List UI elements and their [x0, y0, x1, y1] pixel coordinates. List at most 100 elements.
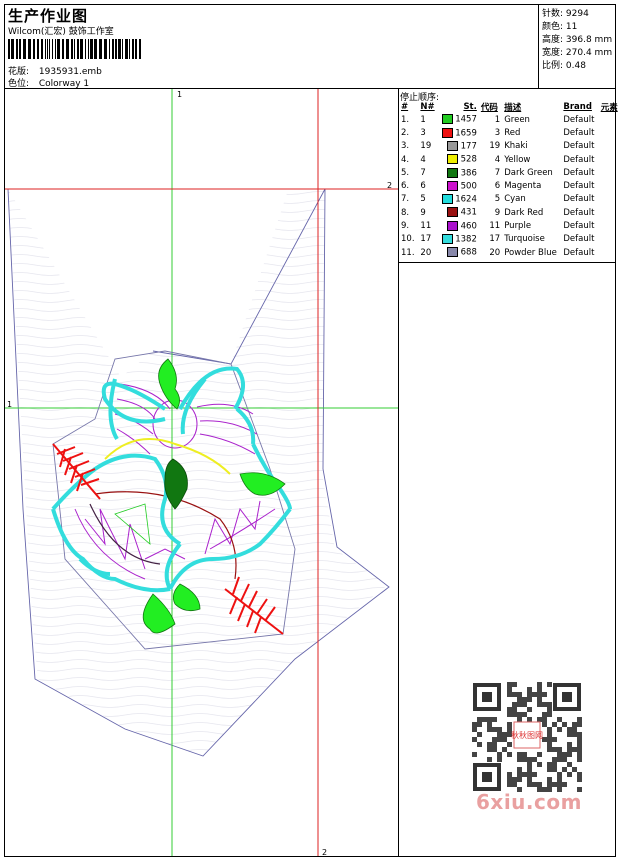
row-code: 20 — [489, 247, 501, 258]
row-brand: Default — [563, 221, 595, 232]
row-desc: Dark Green — [504, 167, 553, 178]
col-n: N# — [420, 102, 435, 112]
row-st: 386 — [440, 166, 479, 179]
row-desc: Purple — [504, 221, 532, 232]
color-swatch — [446, 180, 458, 191]
row-st: 1382 — [440, 233, 479, 246]
row-seq: 7. — [401, 194, 410, 205]
table-divider — [399, 262, 616, 263]
col-st: St. — [463, 102, 477, 112]
row-desc: Cyan — [504, 194, 526, 205]
row-code: 3 — [494, 127, 501, 138]
qr-badge-text: 秋秋图网 — [511, 730, 543, 740]
color-swatch — [446, 207, 458, 218]
row-seq: 1. — [401, 114, 410, 125]
page-title: 生产作业图 — [8, 7, 89, 25]
row-st: 1659 — [440, 126, 479, 139]
row-n: 1 — [420, 114, 426, 125]
stats-panel: 针数: 9294 颜色: 11 高度: 396.8 mm 宽度: 270.4 m… — [538, 4, 616, 89]
row-brand: Default — [563, 194, 595, 205]
table-row: 4. 4 528 4 Yellow Default — [399, 153, 620, 166]
row-element — [599, 219, 620, 232]
table-row: 8. 9 431 9 Dark Red Default — [399, 206, 620, 219]
row-st: 500 — [440, 179, 479, 192]
stat-height: 高度: 396.8 mm — [542, 35, 613, 45]
row-n: 6 — [420, 181, 426, 192]
row-element — [599, 179, 620, 192]
row-code: 5 — [494, 194, 501, 205]
table-row: 11. 20 688 20 Powder Blue Default — [399, 246, 620, 259]
row-brand: Default — [563, 247, 595, 258]
row-n: 3 — [420, 127, 426, 138]
row-seq: 3. — [401, 141, 410, 152]
row-n: 19 — [420, 141, 432, 152]
qr-code: 秋秋图网 — [472, 682, 582, 792]
row-st: 431 — [440, 206, 479, 219]
row-st: 460 — [440, 219, 479, 232]
col-desc: 描述 — [504, 103, 522, 113]
stat-scale: 比例: 0.48 — [542, 61, 586, 71]
row-brand: Default — [563, 167, 595, 178]
color-swatch — [446, 247, 458, 258]
row-seq: 5. — [401, 167, 410, 178]
row-code: 9 — [494, 207, 501, 218]
table-row: 9. 11 460 11 Purple Default — [399, 219, 620, 232]
row-seq: 9. — [401, 221, 410, 232]
stat-width: 宽度: 270.4 mm — [542, 48, 613, 58]
row-n: 4 — [420, 154, 426, 165]
row-brand: Default — [563, 127, 595, 138]
colorway-label: 色位: — [8, 79, 30, 89]
row-n: 20 — [420, 247, 432, 258]
row-st: 1624 — [440, 193, 479, 206]
color-swatch — [441, 234, 453, 245]
row-desc: Green — [504, 114, 530, 125]
row-brand: Default — [563, 207, 595, 218]
table-row: 1. 1 1457 1 Green Default — [399, 113, 620, 126]
row-desc: Dark Red — [504, 207, 544, 218]
row-seq: 8. — [401, 207, 410, 218]
barcode — [8, 39, 141, 59]
row-seq: 2. — [401, 127, 410, 138]
row-seq: 11. — [401, 247, 415, 258]
row-element — [599, 193, 620, 206]
row-code: 4 — [494, 154, 501, 165]
table-row: 3. 19 177 19 Khaki Default — [399, 140, 620, 153]
row-desc: Turquoise — [504, 234, 545, 245]
row-seq: 6. — [401, 181, 410, 192]
table-header: # N# St. 代码 描述 Brand 元素 — [399, 101, 620, 113]
col-element: 元素 — [600, 103, 618, 113]
row-n: 7 — [420, 167, 426, 178]
row-code: 19 — [489, 141, 501, 152]
col-code: 代码 — [480, 103, 498, 113]
table-row: 2. 3 1659 3 Red Default — [399, 126, 620, 139]
guide-label-h2: 2 — [387, 181, 392, 190]
row-desc: Powder Blue — [504, 247, 557, 258]
row-n: 9 — [420, 207, 426, 218]
row-code: 11 — [489, 221, 501, 232]
table-row: 6. 6 500 6 Magenta Default — [399, 179, 620, 192]
color-swatch — [446, 154, 458, 165]
color-swatch — [446, 167, 458, 178]
color-swatch — [446, 220, 458, 231]
row-desc: Magenta — [504, 181, 542, 192]
row-brand: Default — [563, 154, 595, 165]
row-code: 7 — [494, 167, 501, 178]
row-seq: 4. — [401, 154, 410, 165]
row-element — [599, 153, 620, 166]
row-code: 1 — [494, 114, 501, 125]
row-element — [599, 233, 620, 246]
col-brand: Brand — [563, 102, 592, 112]
table-row: 5. 7 386 7 Dark Green Default — [399, 166, 620, 179]
watermark: 6xiu.com — [476, 790, 582, 814]
row-brand: Default — [563, 181, 595, 192]
colorway-row: 色位: Colorway 1 — [8, 76, 89, 89]
guide-label-h1: 1 — [7, 400, 12, 409]
col-seq: # — [401, 102, 409, 112]
row-element — [599, 206, 620, 219]
sequence-table: # N# St. 代码 描述 Brand 元素 1. 1 1457 1 Green De… — [399, 101, 620, 259]
row-element — [599, 246, 620, 259]
color-swatch — [441, 114, 453, 125]
header: 生产作业图 Wilcom(汇宏) 鼓饰工作室 花版: 1935931.emb 色… — [4, 4, 616, 89]
row-n: 17 — [420, 234, 432, 245]
row-element — [599, 166, 620, 179]
